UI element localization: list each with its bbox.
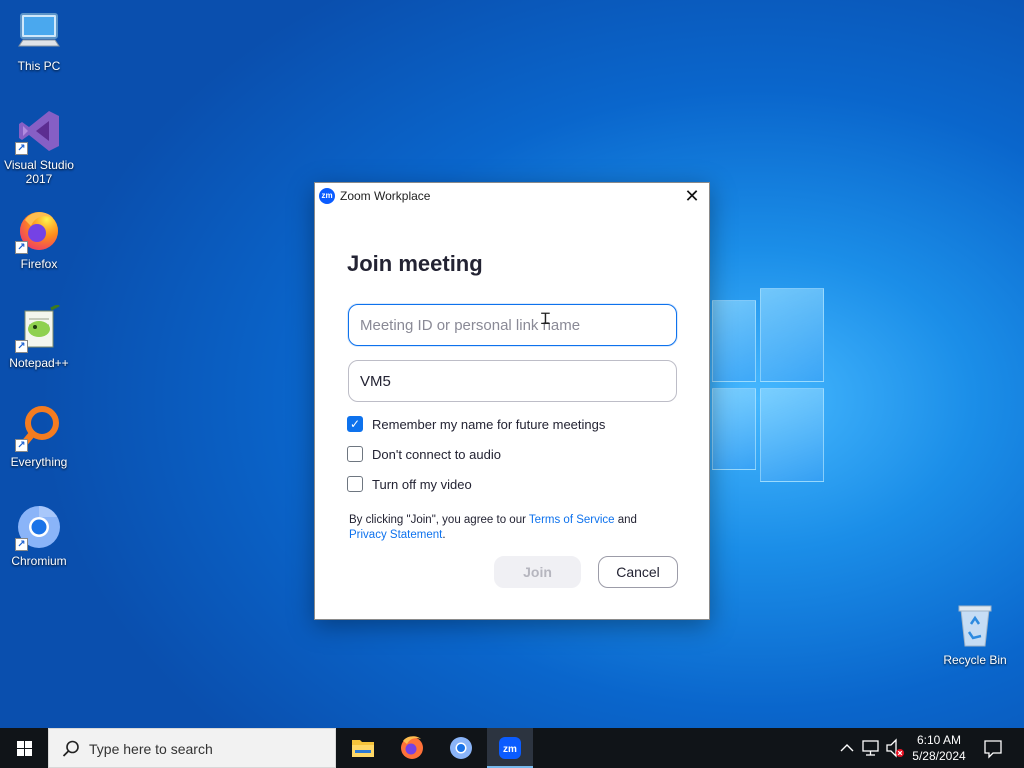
taskbar-zoom[interactable]: zm — [487, 728, 533, 768]
taskbar-file-explorer[interactable] — [340, 728, 386, 768]
video-off-label: Turn off my video — [372, 476, 472, 492]
cancel-button[interactable]: Cancel — [598, 556, 678, 588]
terms-of-service-link[interactable]: Terms of Service — [529, 514, 615, 526]
display-name-input[interactable] — [348, 360, 677, 402]
volume-muted-icon — [886, 738, 904, 758]
desktop-icon-label: Everything — [10, 455, 68, 469]
taskbar-firefox[interactable] — [389, 728, 435, 768]
taskbar-clock[interactable]: 6:10 AM 5/28/2024 — [904, 732, 974, 764]
desktop-icon-firefox[interactable]: ↗ Firefox — [1, 206, 77, 271]
text-cursor-icon: Ɪ — [541, 309, 550, 328]
firefox-icon: ↗ — [15, 206, 63, 254]
show-hidden-icons-button[interactable] — [838, 728, 856, 768]
taskbar: Type here to search zm 6:10 AM 5/28/2024 — [0, 728, 1024, 768]
desktop-icon-recycle-bin[interactable]: Recycle Bin — [937, 602, 1013, 667]
network-icon — [862, 740, 879, 756]
shortcut-arrow-icon: ↗ — [15, 142, 28, 155]
page-title: Join meeting — [347, 251, 483, 276]
chromium-icon — [450, 737, 472, 759]
no-audio-label: Don't connect to audio — [372, 446, 501, 462]
search-placeholder: Type here to search — [89, 741, 213, 757]
meeting-id-input[interactable] — [348, 304, 677, 346]
legal-prefix: By clicking "Join", you agree to our — [349, 514, 529, 526]
remember-name-checkbox[interactable]: ✓ — [347, 416, 363, 432]
desktop-icon-label: Recycle Bin — [943, 653, 1007, 667]
notepad-plus-plus-icon: ↗ — [15, 303, 63, 353]
action-center-button[interactable] — [978, 728, 1008, 768]
recycle-bin-icon — [951, 602, 999, 650]
no-audio-option[interactable]: Don't connect to audio — [347, 445, 501, 463]
taskbar-chromium[interactable] — [438, 728, 484, 768]
video-off-option[interactable]: Turn off my video — [347, 475, 472, 493]
desktop-icon-label: This PC — [17, 59, 61, 73]
folder-icon — [352, 740, 374, 757]
no-audio-checkbox[interactable] — [347, 446, 363, 462]
shortcut-arrow-icon: ↗ — [15, 241, 28, 254]
desktop-icon-notepad-plus-plus[interactable]: ↗ Notepad++ — [1, 303, 77, 370]
clock-date: 5/28/2024 — [912, 749, 966, 763]
notifications-icon — [984, 740, 1002, 759]
remember-name-option[interactable]: ✓ Remember my name for future meetings — [347, 415, 605, 433]
dialog-titlebar[interactable]: zm Zoom Workplace ✕ — [315, 183, 709, 209]
remember-name-label: Remember my name for future meetings — [372, 416, 606, 432]
clock-time: 6:10 AM — [916, 733, 962, 747]
privacy-statement-link[interactable]: Privacy Statement — [349, 529, 442, 541]
network-tray-button[interactable] — [860, 728, 882, 768]
join-button[interactable]: Join — [494, 556, 581, 588]
desktop-icon-visual-studio[interactable]: ↗ Visual Studio 2017 — [1, 107, 77, 186]
search-icon — [62, 740, 79, 757]
volume-tray-button[interactable] — [884, 728, 906, 768]
legal-middle: and — [614, 514, 637, 526]
desktop-icon-label: Chromium — [11, 554, 67, 568]
firefox-icon — [401, 736, 423, 759]
desktop-icon-chromium[interactable]: ↗ Chromium — [1, 503, 77, 568]
shortcut-arrow-icon: ↗ — [15, 439, 28, 452]
legal-suffix: . — [442, 529, 446, 541]
everything-search-icon: ↗ — [15, 404, 63, 452]
video-off-checkbox[interactable] — [347, 476, 363, 492]
taskbar-search-box[interactable]: Type here to search — [48, 728, 336, 768]
window-title: Zoom Workplace — [340, 189, 431, 203]
desktop-icon-label: Notepad++ — [9, 356, 69, 370]
chromium-icon: ↗ — [15, 503, 63, 551]
close-button[interactable]: ✕ — [681, 186, 703, 206]
computer-icon — [15, 8, 63, 56]
start-button[interactable] — [0, 728, 48, 768]
desktop-icon-this-pc[interactable]: This PC — [1, 8, 77, 73]
zoom-icon: zm — [499, 737, 521, 759]
legal-notice: By clicking "Join", you agree to our Ter… — [349, 513, 669, 543]
windows-wallpaper-logo — [712, 288, 824, 483]
svg-text:zm: zm — [503, 744, 517, 755]
desktop-icon-label: Firefox — [20, 257, 58, 271]
desktop-icon-everything[interactable]: ↗ Everything — [1, 404, 77, 469]
visual-studio-icon: ↗ — [15, 107, 63, 155]
chevron-up-icon — [840, 744, 854, 752]
desktop-icon-label: Visual Studio 2017 — [4, 158, 74, 186]
zoom-logo-icon: zm — [319, 188, 335, 204]
shortcut-arrow-icon: ↗ — [15, 538, 28, 551]
shortcut-arrow-icon: ↗ — [15, 340, 28, 353]
zoom-join-dialog: zm Zoom Workplace ✕ Join meeting ✓ Remem… — [314, 182, 710, 620]
